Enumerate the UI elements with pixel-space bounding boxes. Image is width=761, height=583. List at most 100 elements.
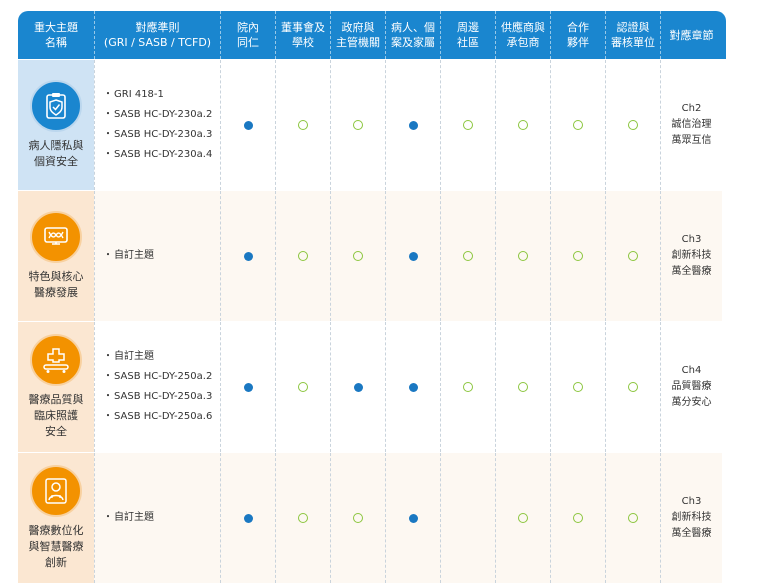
mark-cell <box>495 322 550 452</box>
mark-cell <box>550 191 605 321</box>
criteria-item: GRI 418-1 <box>103 85 212 105</box>
mark-cell <box>385 60 440 190</box>
topic-name: 特色與核心 醫療發展 <box>28 270 84 299</box>
criteria-item: SASB HC-DY-230a.2 <box>103 105 212 125</box>
topic-name: 醫療品質與 臨床照護 安全 <box>28 393 84 438</box>
open-circle-icon <box>628 382 638 392</box>
filled-dot-icon <box>243 382 253 392</box>
chapter-subtitle: 萬分安心 <box>671 397 712 408</box>
open-circle-icon <box>518 120 528 130</box>
mark-cell <box>220 453 275 583</box>
mark-cell <box>220 60 275 190</box>
table-header: 重大主題 名稱 對應準則 (GRI / SASB / TCFD) 院內 同仁 董… <box>18 11 726 59</box>
mark-cell <box>385 322 440 452</box>
open-circle-icon <box>353 120 363 130</box>
criteria-item: 自訂主題 <box>103 246 154 266</box>
mark-cell <box>275 453 330 583</box>
filled-dot-icon <box>408 251 418 261</box>
open-circle-icon <box>463 251 473 261</box>
open-circle-icon <box>573 513 583 523</box>
header-stakeholder-board: 董事會及 學校 <box>275 11 330 59</box>
mark-cell <box>275 322 330 452</box>
open-circle-icon <box>463 120 473 130</box>
mark-cell <box>440 453 495 583</box>
mark-cell <box>275 60 330 190</box>
header-stakeholder-certifiers: 認證與 審核單位 <box>605 11 660 59</box>
criteria-item: SASB HC-DY-250a.6 <box>103 407 212 427</box>
open-circle-icon <box>628 513 638 523</box>
topic-cell: 醫療品質與 臨床照護 安全 <box>18 322 94 452</box>
criteria-item: SASB HC-DY-250a.3 <box>103 387 212 407</box>
chapter-title: 創新科技 <box>671 512 712 523</box>
criteria-cell: 自訂主題 <box>94 191 220 321</box>
header-chapter: 對應章節 <box>660 11 722 59</box>
header-stakeholder-staff: 院內 同仁 <box>220 11 275 59</box>
filled-dot-icon <box>408 120 418 130</box>
mark-cell <box>385 453 440 583</box>
chapter-subtitle: 萬全醫療 <box>671 266 712 277</box>
filled-dot-icon <box>408 513 418 523</box>
filled-dot-icon <box>243 251 253 261</box>
open-circle-icon <box>518 382 528 392</box>
chapter-number: Ch4 <box>681 365 702 376</box>
mark-cell <box>550 60 605 190</box>
mark-cell <box>605 60 660 190</box>
open-circle-icon <box>353 513 363 523</box>
filled-dot-icon <box>243 513 253 523</box>
open-circle-icon <box>573 251 583 261</box>
criteria-cell: 自訂主題 <box>94 453 220 583</box>
mark-cell <box>220 191 275 321</box>
chapter-cell: Ch3 創新科技 萬全醫療 <box>660 453 722 583</box>
doctor-tablet-icon <box>30 465 82 517</box>
chapter-subtitle: 萬全醫療 <box>671 528 712 539</box>
chapter-number: Ch3 <box>681 496 702 507</box>
header-stakeholder-government: 政府與 主管機關 <box>330 11 385 59</box>
mark-cell <box>550 453 605 583</box>
header-criteria: 對應準則 (GRI / SASB / TCFD) <box>94 11 220 59</box>
open-circle-icon <box>298 513 308 523</box>
open-circle-icon <box>518 251 528 261</box>
mark-cell <box>440 322 495 452</box>
open-circle-icon <box>353 251 363 261</box>
chapter-title: 品質醫療 <box>671 381 712 392</box>
mark-cell <box>605 322 660 452</box>
criteria-item: 自訂主題 <box>103 508 154 528</box>
open-circle-icon <box>518 513 528 523</box>
shield-privacy-icon <box>30 80 82 132</box>
open-circle-icon <box>628 251 638 261</box>
topic-cell: 醫療數位化 與智慧醫療 創新 <box>18 453 94 583</box>
chapter-title: 創新科技 <box>671 250 712 261</box>
chapter-cell: Ch3 創新科技 萬全醫療 <box>660 191 722 321</box>
chapter-cell: Ch4 品質醫療 萬分安心 <box>660 322 722 452</box>
open-circle-icon <box>298 251 308 261</box>
header-stakeholder-partners: 合作 夥伴 <box>550 11 605 59</box>
header-stakeholder-suppliers: 供應商與 承包商 <box>495 11 550 59</box>
table-row: 醫療數位化 與智慧醫療 創新 自訂主題 Ch3 創新科技 萬全醫療 <box>18 452 726 583</box>
mark-cell <box>385 191 440 321</box>
open-circle-icon <box>628 120 638 130</box>
mark-cell <box>550 322 605 452</box>
criteria-cell: GRI 418-1 SASB HC-DY-230a.2 SASB HC-DY-2… <box>94 60 220 190</box>
chapter-number: Ch2 <box>681 103 702 114</box>
criteria-item: SASB HC-DY-250a.2 <box>103 367 212 387</box>
header-stakeholder-community: 周邊 社區 <box>440 11 495 59</box>
chapter-number: Ch3 <box>681 234 702 245</box>
table-row: 特色與核心 醫療發展 自訂主題 Ch3 創新科技 萬全醫療 <box>18 190 726 321</box>
topic-name: 病人隱私與 個資安全 <box>28 139 84 168</box>
criteria-item: SASB HC-DY-230a.4 <box>103 145 212 165</box>
hospital-bed-icon <box>30 334 82 386</box>
chapter-subtitle: 萬眾互信 <box>671 135 712 146</box>
filled-dot-icon <box>243 120 253 130</box>
filled-dot-icon <box>408 382 418 392</box>
mark-cell <box>495 453 550 583</box>
criteria-item: 自訂主題 <box>103 347 212 367</box>
mark-cell <box>605 453 660 583</box>
criteria-item: SASB HC-DY-230a.3 <box>103 125 212 145</box>
mark-cell <box>275 191 330 321</box>
mark-cell <box>605 191 660 321</box>
open-circle-icon <box>573 382 583 392</box>
mark-cell <box>495 191 550 321</box>
mark-cell <box>440 60 495 190</box>
criteria-cell: 自訂主題 SASB HC-DY-250a.2 SASB HC-DY-250a.3… <box>94 322 220 452</box>
open-circle-icon <box>463 382 473 392</box>
